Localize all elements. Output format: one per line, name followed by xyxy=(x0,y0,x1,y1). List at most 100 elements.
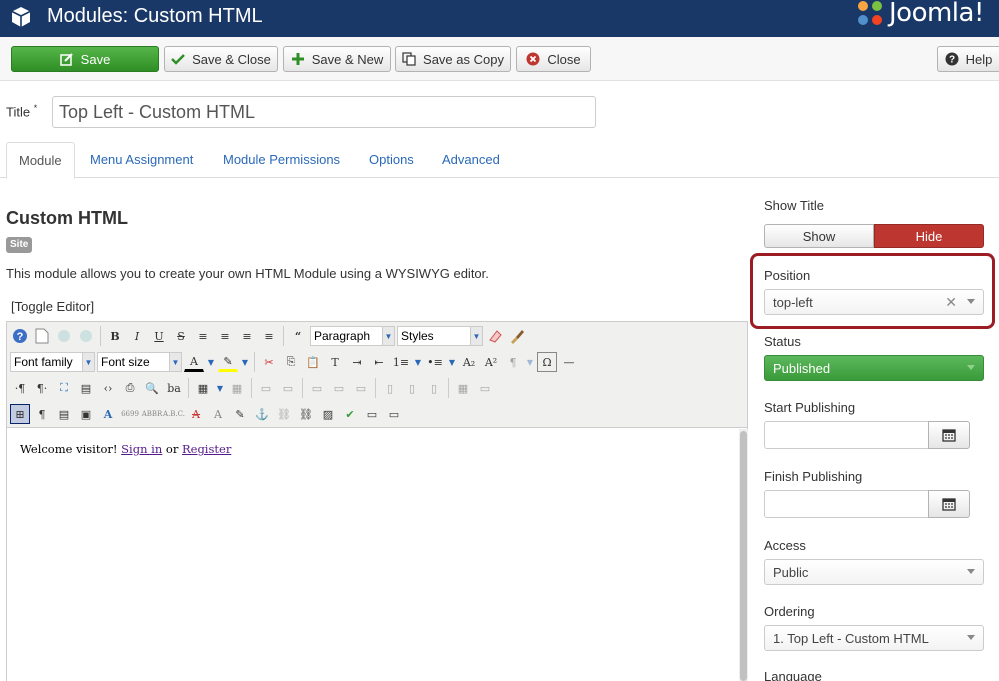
media-icon[interactable]: ▣ xyxy=(76,404,96,424)
indent-icon[interactable]: ⇥ xyxy=(347,352,367,372)
register-link[interactable]: Register xyxy=(182,442,231,456)
chevron-down-icon[interactable]: ▼ xyxy=(240,352,250,372)
code-icon[interactable]: ‹› xyxy=(98,378,118,398)
special-char-icon[interactable]: Ω xyxy=(537,352,557,372)
tab-options[interactable]: Options xyxy=(357,142,426,178)
brush-icon[interactable] xyxy=(507,326,527,346)
toggle-editor-link[interactable]: [Toggle Editor] xyxy=(11,299,94,314)
link-icon[interactable]: ⛓ xyxy=(296,404,316,424)
strikethrough-icon[interactable]: S xyxy=(171,326,191,346)
table-icon[interactable]: ▦ xyxy=(193,378,213,398)
visual-aid-icon[interactable]: ⊞ xyxy=(10,404,30,424)
finish-publishing-input[interactable] xyxy=(764,490,929,518)
ltr-icon[interactable]: ·¶ xyxy=(10,378,30,398)
editor-content[interactable]: Welcome visitor! Sign in or Register xyxy=(7,429,739,681)
styles-select[interactable]: Styles ▼ xyxy=(397,326,483,346)
row-props-icon[interactable]: ▭ xyxy=(256,378,276,398)
delete-row-icon[interactable]: ▭ xyxy=(351,378,371,398)
unlink-icon[interactable]: ⛓ xyxy=(274,404,294,424)
tab-module-permissions[interactable]: Module Permissions xyxy=(211,142,352,178)
anchor-link-icon[interactable]: ¶ xyxy=(503,352,523,372)
clear-icon[interactable]: ✕ xyxy=(945,294,957,311)
cite-icon[interactable]: 6699 xyxy=(120,404,140,424)
save-new-button[interactable]: Save & New xyxy=(283,46,391,72)
pagebreak-icon[interactable]: ▭ xyxy=(362,404,382,424)
chevron-down-icon[interactable]: ▼ xyxy=(413,352,423,372)
format-select[interactable]: Paragraph ▼ xyxy=(310,326,395,346)
start-publishing-input[interactable] xyxy=(764,421,929,449)
new-document-icon[interactable] xyxy=(32,326,52,346)
numbered-list-icon[interactable]: 1≡ xyxy=(391,352,411,372)
insert-col-before-icon[interactable]: ▯ xyxy=(380,378,400,398)
tab-menu-assignment[interactable]: Menu Assignment xyxy=(78,142,205,178)
save-close-button[interactable]: Save & Close xyxy=(164,46,278,72)
tab-module[interactable]: Module xyxy=(6,142,75,179)
attribs-icon[interactable]: ✎ xyxy=(230,404,250,424)
undo-icon[interactable] xyxy=(54,326,74,346)
del-icon[interactable]: A xyxy=(186,404,206,424)
underline-icon[interactable]: U xyxy=(149,326,169,346)
chevron-down-icon[interactable]: ▼ xyxy=(206,352,216,372)
highlight-color-icon[interactable]: ✎ xyxy=(218,352,238,372)
find-icon[interactable]: 🔍 xyxy=(142,378,162,398)
align-left-icon[interactable]: ≡ xyxy=(237,326,257,346)
access-select[interactable]: Public xyxy=(764,559,984,585)
split-cells-icon[interactable]: ▦ xyxy=(453,378,473,398)
insert-row-after-icon[interactable]: ▭ xyxy=(329,378,349,398)
sign-in-link[interactable]: Sign in xyxy=(121,442,162,456)
rtl-icon[interactable]: ¶· xyxy=(32,378,52,398)
help-icon[interactable]: ? xyxy=(10,326,30,346)
eraser-icon[interactable] xyxy=(485,326,505,346)
template-icon[interactable]: ▤ xyxy=(76,378,96,398)
paste-text-icon[interactable]: T xyxy=(325,352,345,372)
close-button[interactable]: Close xyxy=(516,46,591,72)
save-button[interactable]: Save xyxy=(11,46,159,72)
anchor-icon[interactable]: ⚓ xyxy=(252,404,272,424)
ordering-select[interactable]: 1. Top Left - Custom HTML xyxy=(764,625,984,651)
paste-icon[interactable]: 📋 xyxy=(303,352,323,372)
ins-icon[interactable]: A xyxy=(208,404,228,424)
style-props-icon[interactable]: ▤ xyxy=(54,404,74,424)
chevron-down-icon[interactable]: ▼ xyxy=(447,352,457,372)
readmore-icon[interactable]: ▭ xyxy=(384,404,404,424)
italic-icon[interactable]: I xyxy=(127,326,147,346)
font-family-select[interactable]: Font family ▼ xyxy=(10,352,95,372)
spellcheck-icon[interactable]: ✔ xyxy=(340,404,360,424)
outdent-icon[interactable]: ⇤ xyxy=(369,352,389,372)
blockquote-icon[interactable]: “ xyxy=(288,326,308,346)
horizontal-rule-icon[interactable]: — xyxy=(559,352,579,372)
copy-icon[interactable]: ⎘ xyxy=(281,352,301,372)
status-select[interactable]: Published xyxy=(764,355,984,381)
cell-props-icon[interactable]: ▭ xyxy=(278,378,298,398)
merge-cells-icon[interactable]: ▭ xyxy=(475,378,495,398)
start-calendar-button[interactable] xyxy=(928,421,970,449)
bulleted-list-icon[interactable]: •≡ xyxy=(425,352,445,372)
tab-advanced[interactable]: Advanced xyxy=(430,142,512,178)
subscript-icon[interactable]: A₂ xyxy=(459,352,479,372)
scrollbar-thumb[interactable] xyxy=(740,431,747,681)
delete-col-icon[interactable]: ▯ xyxy=(424,378,444,398)
text-color-icon[interactable]: A xyxy=(184,352,204,372)
replace-icon[interactable]: ba xyxy=(164,378,184,398)
save-copy-button[interactable]: Save as Copy xyxy=(395,46,511,72)
insert-col-after-icon[interactable]: ▯ xyxy=(402,378,422,398)
bold-icon[interactable]: B xyxy=(105,326,125,346)
position-select[interactable]: top-left ✕ xyxy=(764,289,984,315)
hide-button[interactable]: Hide xyxy=(874,224,984,248)
acronym-icon[interactable]: A.B.C. xyxy=(163,404,185,424)
styles-icon[interactable]: A xyxy=(98,404,118,424)
font-size-select[interactable]: Font size ▼ xyxy=(97,352,182,372)
delete-table-icon[interactable]: ▦ xyxy=(227,378,247,398)
finish-calendar-button[interactable] xyxy=(928,490,970,518)
redo-icon[interactable] xyxy=(76,326,96,346)
print-icon[interactable]: ⎙ xyxy=(120,378,140,398)
help-button[interactable]: ? Help xyxy=(937,46,999,72)
align-right-icon[interactable]: ≡ xyxy=(259,326,279,346)
align-justify-icon[interactable]: ≡ xyxy=(193,326,213,346)
image-icon[interactable]: ▨ xyxy=(318,404,338,424)
insert-row-before-icon[interactable]: ▭ xyxy=(307,378,327,398)
chevron-down-icon[interactable]: ▼ xyxy=(215,378,225,398)
align-center-icon[interactable]: ≡ xyxy=(215,326,235,346)
abbr-icon[interactable]: ABBR xyxy=(142,404,163,424)
superscript-icon[interactable]: A² xyxy=(481,352,501,372)
